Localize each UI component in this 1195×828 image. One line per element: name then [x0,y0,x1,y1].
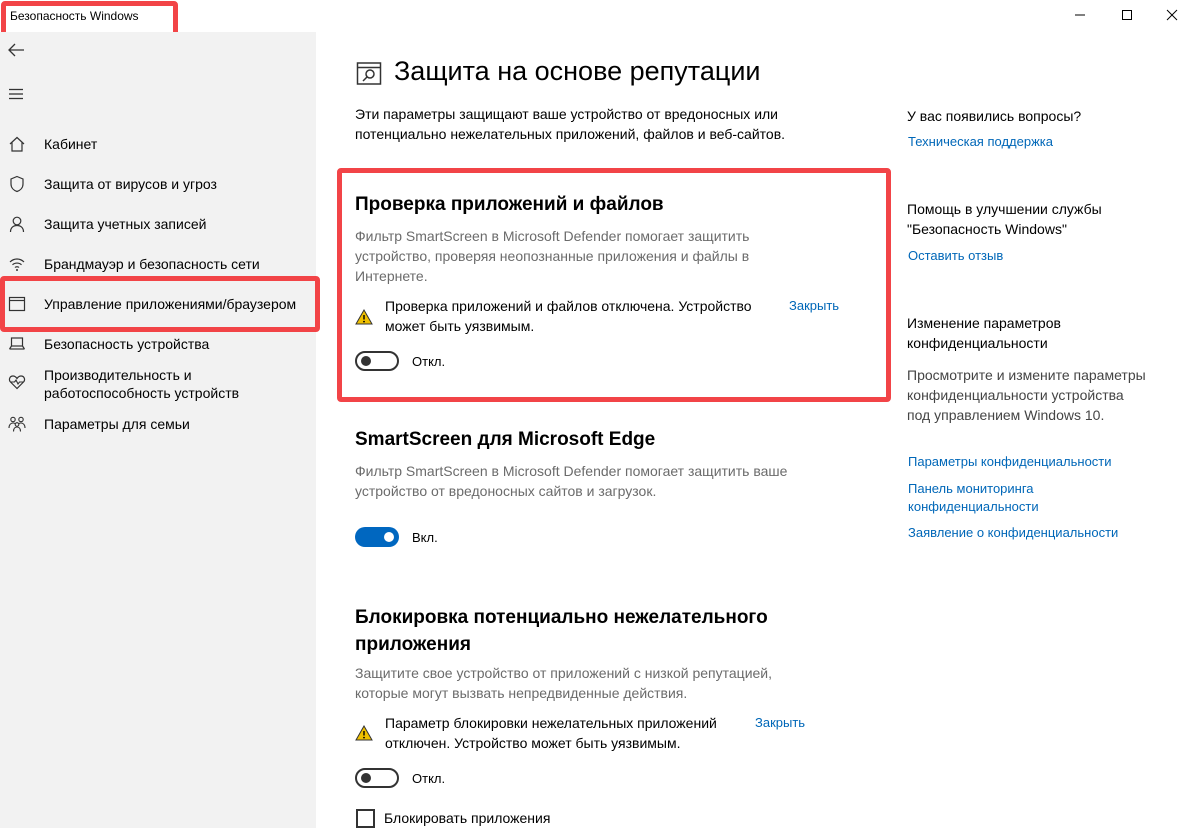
section-description: Фильтр SmartScreen в Microsoft Defender … [355,228,750,284]
hamburger-menu-button[interactable] [6,84,30,106]
privacy-heading: Изменение параметров конфиденциальности [907,315,1061,351]
page-title: Защита на основе репутации [394,56,761,86]
maximize-button[interactable] [1104,0,1150,30]
maximize-icon [1122,10,1132,20]
section-title-check-apps: Проверка приложений и файлов [355,194,664,215]
toggle-state-label: Вкл. [412,530,438,545]
toggle-state-label: Откл. [412,354,446,369]
section-title-pua-blocking: Блокировка потенциально нежелательного п… [355,607,768,655]
tech-support-link[interactable]: Техническая поддержка [908,133,1148,151]
back-arrow-icon [8,43,24,57]
sidebar-item-device-security[interactable]: Безопасность устройства [0,332,316,356]
back-button[interactable] [6,40,30,62]
toggle-knob [361,356,371,366]
toggle-knob [384,532,394,542]
home-icon [7,134,27,154]
laptop-icon [7,334,27,354]
smartscreen-edge-toggle[interactable] [355,527,399,547]
warning-icon [355,308,373,325]
toggle-state-label: Откл. [412,771,446,786]
minimize-icon [1075,14,1085,16]
scrollbar[interactable] [1189,32,1195,828]
title-bar: Безопасность Windows [0,0,1195,39]
sidebar-item-label: Производительность и работоспособность у… [44,367,240,401]
sidebar-item-home[interactable]: Кабинет [0,132,316,156]
privacy-description: Просмотрите и измените параметры конфиде… [907,367,1146,423]
sidebar-item-label: Безопасность устройства [44,336,210,352]
sidebar-item-family-options[interactable]: Параметры для семьи [0,412,316,436]
sidebar-item-label: Брандмауэр и безопасность сети [44,256,260,272]
dismiss-warning-link[interactable]: Закрыть [755,715,805,730]
shield-icon [7,174,27,194]
sidebar-item-device-performance[interactable]: Производительность и работоспособность у… [0,366,316,406]
check-apps-toggle[interactable] [355,351,399,371]
sidebar-item-account-protection[interactable]: Защита учетных записей [0,212,316,236]
warning-text: Проверка приложений и файлов отключена. … [385,298,752,334]
block-apps-checkbox[interactable] [356,809,375,828]
hamburger-icon [9,88,23,100]
sidebar-highlight-box [0,276,320,332]
sidebar-item-label: Защита от вирусов и угроз [44,176,217,192]
family-icon [7,414,27,434]
warning-icon [355,724,373,741]
improve-service-heading: Помощь в улучшении службы "Безопасность … [907,201,1102,237]
sidebar-item-label: Кабинет [44,136,98,152]
block-apps-label: Блокировать приложения [384,810,551,826]
person-icon [7,214,27,234]
sidebar-item-firewall[interactable]: Брандмауэр и безопасность сети [0,252,316,276]
section-description: Фильтр SmartScreen в Microsoft Defender … [355,463,788,499]
questions-heading: У вас появились вопросы? [907,108,1082,124]
wifi-icon [7,254,27,274]
feedback-link[interactable]: Оставить отзыв [908,247,1148,265]
page-description: Эти параметры защищают ваше устройство о… [355,106,786,142]
privacy-statement-link[interactable]: Заявление о конфиденциальности [908,524,1148,542]
sidebar-item-virus-protection[interactable]: Защита от вирусов и угроз [0,172,316,196]
dismiss-warning-link[interactable]: Закрыть [789,298,839,313]
section-title-smartscreen-edge: SmartScreen для Microsoft Edge [355,429,656,450]
privacy-settings-link[interactable]: Параметры конфиденциальности [908,453,1148,471]
heart-pulse-icon [7,372,27,392]
privacy-dashboard-link[interactable]: Панель мониторинга конфиденциальности [908,480,1078,516]
sidebar-item-label: Параметры для семьи [44,416,190,432]
toggle-knob [361,773,371,783]
pua-blocking-toggle[interactable] [355,768,399,788]
section-description: Защитите свое устройство от приложений с… [355,665,773,701]
reputation-protection-icon [356,60,382,86]
warning-text: Параметр блокировки нежелательных прилож… [385,715,717,751]
close-icon [1166,9,1178,21]
close-window-button[interactable] [1149,0,1195,30]
sidebar: Кабинет Защита от вирусов и угроз Защита… [0,32,316,828]
sidebar-item-label: Защита учетных записей [44,216,207,232]
minimize-button[interactable] [1057,0,1103,30]
